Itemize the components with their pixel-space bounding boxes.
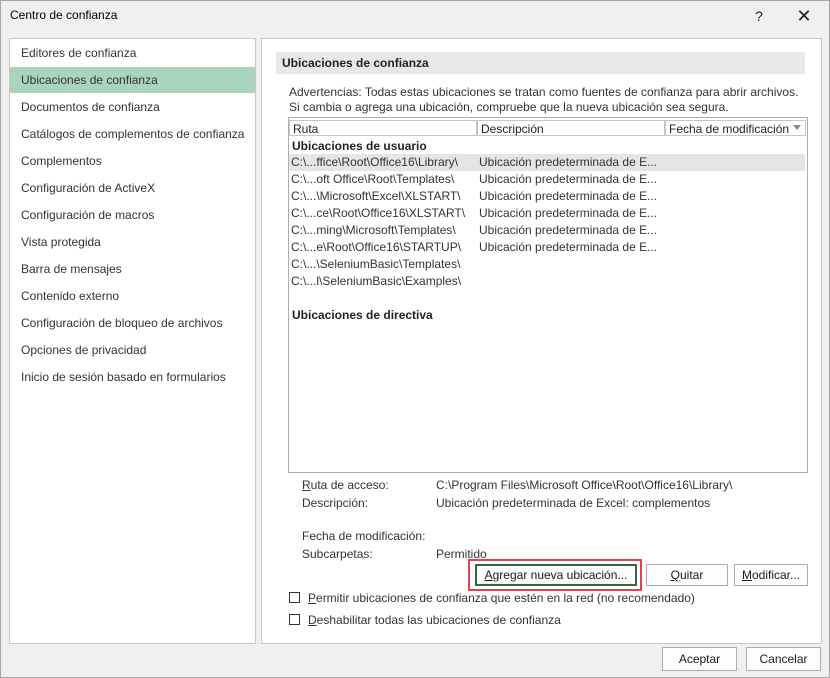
row-path: C:\...\SeleniumBasic\Templates\	[291, 257, 461, 271]
subfolders-label: Subcarpetas:	[302, 547, 373, 561]
column-header-date-label: Fecha de modificación	[669, 122, 790, 136]
row-path: C:\...oft Office\Root\Templates\	[291, 172, 455, 186]
disable-locations-checkbox[interactable]	[289, 614, 300, 625]
disable-locations-label[interactable]: Deshabilitar todas las ubicaciones de co…	[308, 613, 561, 627]
description-value: Ubicación predeterminada de Excel: compl…	[436, 496, 711, 510]
table-row[interactable]: C:\...oft Office\Root\Templates\ Ubicaci…	[289, 171, 805, 188]
locations-list[interactable]: Ruta Descripción Fecha de modificación U…	[288, 117, 808, 473]
row-description: Ubicación predeterminada de E...	[479, 240, 658, 254]
row-description: Ubicación predeterminada de E...	[479, 172, 658, 186]
sidebar-item-macros[interactable]: Configuración de macros	[10, 202, 255, 228]
row-description: Ubicación predeterminada de E...	[479, 206, 658, 220]
network-locations-checkbox[interactable]	[289, 592, 300, 603]
column-header-description[interactable]: Descripción	[477, 120, 665, 136]
table-row[interactable]: C:\...ce\Root\Office16\XLSTART\ Ubicació…	[289, 205, 805, 222]
sidebar-item-vista-protegida[interactable]: Vista protegida	[10, 229, 255, 255]
cancel-button[interactable]: Cancelar	[746, 647, 821, 671]
group-policy-locations: Ubicaciones de directiva	[292, 308, 433, 322]
sidebar-item-inicio-sesion[interactable]: Inicio de sesión basado en formularios	[10, 364, 255, 390]
date-label: Fecha de modificación:	[302, 529, 426, 543]
trust-center-dialog: Centro de confianza ? ✕ Editores de conf…	[0, 0, 830, 678]
sidebar-item-activex[interactable]: Configuración de ActiveX	[10, 175, 255, 201]
sort-arrow-icon	[793, 125, 801, 130]
table-row[interactable]: C:\...\Microsoft\Excel\XLSTART\ Ubicació…	[289, 188, 805, 205]
description-label: Descripción:	[302, 496, 369, 510]
main-panel: Ubicaciones de confianza Advertencias: T…	[261, 38, 822, 644]
row-path: C:\...\Microsoft\Excel\XLSTART\	[291, 189, 461, 203]
row-path: C:\...ce\Root\Office16\XLSTART\	[291, 206, 466, 220]
sidebar-item-complementos[interactable]: Complementos	[10, 148, 255, 174]
table-row[interactable]: C:\...\SeleniumBasic\Templates\	[289, 256, 805, 273]
row-path: C:\...ming\Microsoft\Templates\	[291, 223, 456, 237]
row-path: C:\...l\SeleniumBasic\Examples\	[291, 274, 462, 288]
group-user-locations: Ubicaciones de usuario	[292, 139, 427, 153]
table-row[interactable]: C:\...e\Root\Office16\STARTUP\ Ubicación…	[289, 239, 805, 256]
ok-button[interactable]: Aceptar	[662, 647, 737, 671]
row-description: Ubicación predeterminada de E...	[479, 155, 658, 169]
row-description: Ubicación predeterminada de E...	[479, 189, 658, 203]
path-label: Ruta de acceso:	[302, 478, 389, 492]
table-row[interactable]: C:\...l\SeleniumBasic\Examples\	[289, 273, 805, 290]
network-locations-label[interactable]: Permitir ubicaciones de confianza que es…	[308, 591, 695, 605]
modify-button[interactable]: Modificar...	[734, 564, 808, 586]
title-bar: Centro de confianza ? ✕	[1, 1, 829, 31]
help-icon[interactable]: ?	[746, 5, 772, 27]
sidebar-item-catalogos[interactable]: Catálogos de complementos de confianza	[10, 121, 255, 147]
window-title: Centro de confianza	[10, 8, 118, 22]
column-header-path[interactable]: Ruta	[289, 120, 477, 136]
column-header-date[interactable]: Fecha de modificación	[665, 120, 806, 136]
table-row[interactable]: C:\...ming\Microsoft\Templates\ Ubicació…	[289, 222, 805, 239]
table-row[interactable]: C:\...ffice\Root\Office16\Library\ Ubica…	[289, 154, 805, 171]
add-location-button[interactable]: Agregar nueva ubicación...	[475, 564, 637, 586]
row-path: C:\...e\Root\Office16\STARTUP\	[291, 240, 462, 254]
sidebar-item-privacidad[interactable]: Opciones de privacidad	[10, 337, 255, 363]
path-value: C:\Program Files\Microsoft Office\Root\O…	[436, 478, 733, 492]
row-description: Ubicación predeterminada de E...	[479, 223, 658, 237]
close-icon[interactable]: ✕	[791, 5, 817, 27]
sidebar-item-bloqueo-archivos[interactable]: Configuración de bloqueo de archivos	[10, 310, 255, 336]
remove-button[interactable]: Quitar	[646, 564, 728, 586]
section-title: Ubicaciones de confianza	[276, 52, 805, 74]
sidebar-item-documentos[interactable]: Documentos de confianza	[10, 94, 255, 120]
warning-text: Advertencias: Todas estas ubicaciones se…	[289, 85, 799, 114]
sidebar-item-barra-mensajes[interactable]: Barra de mensajes	[10, 256, 255, 282]
sidebar: Editores de confianza Ubicaciones de con…	[9, 38, 256, 644]
sidebar-item-ubicaciones[interactable]: Ubicaciones de confianza	[10, 67, 255, 93]
row-path: C:\...ffice\Root\Office16\Library\	[291, 155, 458, 169]
sidebar-item-editores[interactable]: Editores de confianza	[10, 40, 255, 66]
sidebar-item-contenido-externo[interactable]: Contenido externo	[10, 283, 255, 309]
